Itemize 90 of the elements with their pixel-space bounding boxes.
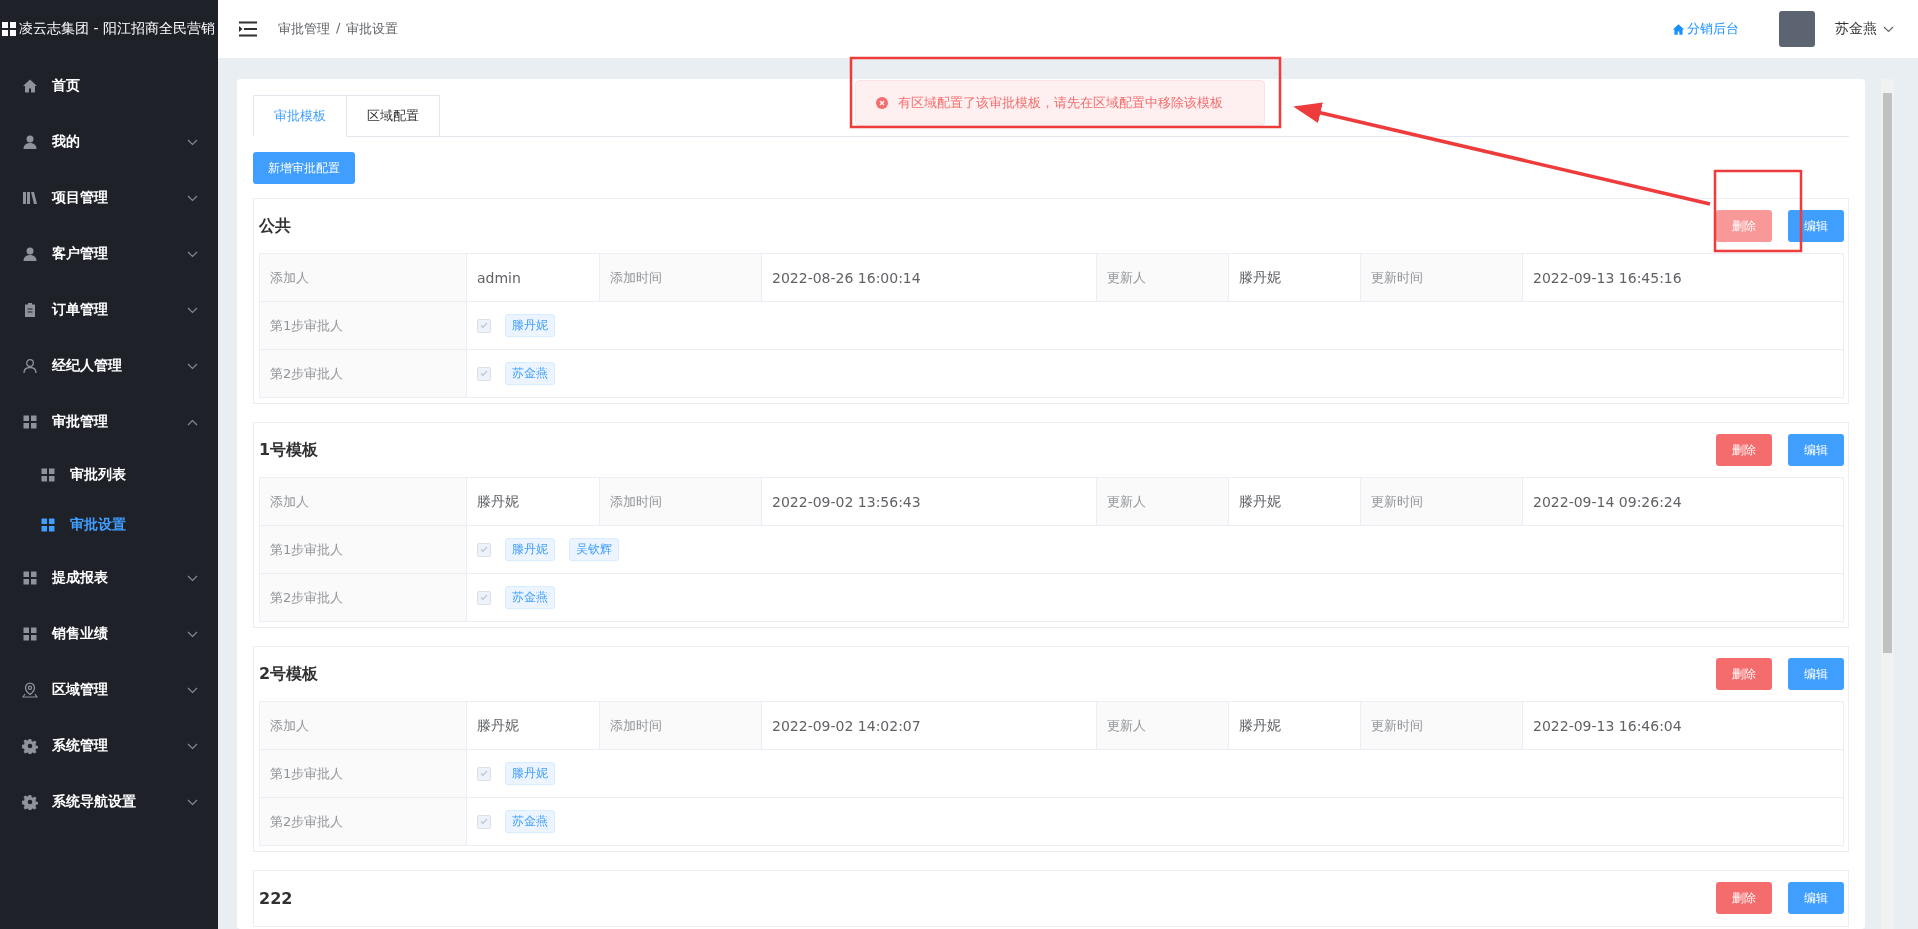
chevron-down-icon xyxy=(187,194,198,202)
label-cell: 更新人 xyxy=(1097,254,1229,302)
error-icon xyxy=(876,97,888,109)
grid-icon xyxy=(22,414,38,430)
user-icon xyxy=(22,246,38,262)
label-cell: 第1步审批人 xyxy=(260,526,467,574)
approver-tag: 苏金燕 xyxy=(505,810,555,833)
label-cell: 第2步审批人 xyxy=(260,798,467,846)
chevron-down-icon xyxy=(187,138,198,146)
brand-title: 凌云志集团 - 阳江招商全民营销 xyxy=(19,20,215,38)
checkmark-icon xyxy=(480,322,488,329)
template-title: 222 xyxy=(259,888,294,908)
sidebar-item[interactable]: 提成报表 xyxy=(0,550,218,606)
user-icon xyxy=(22,358,38,374)
value-cell: 2022-09-13 16:45:16 xyxy=(1523,254,1844,302)
chevron-down-icon xyxy=(187,250,198,258)
chevron-down-icon[interactable] xyxy=(1883,25,1894,33)
approver-tag: 滕丹妮 xyxy=(505,314,555,337)
label-cell: 更新人 xyxy=(1097,702,1229,750)
grid-icon xyxy=(22,626,38,642)
grid-icon xyxy=(40,517,56,533)
tab[interactable]: 区域配置 xyxy=(347,95,440,136)
user-icon xyxy=(22,134,38,150)
label-cell: 添加时间 xyxy=(600,702,762,750)
books-icon xyxy=(22,190,38,206)
scrollbar[interactable] xyxy=(1881,79,1894,929)
label-cell: 添加时间 xyxy=(600,478,762,526)
label-cell: 第1步审批人 xyxy=(260,302,467,350)
sidebar-item[interactable]: 系统导航设置 xyxy=(0,774,218,830)
value-cell: 2022-09-14 09:26:24 xyxy=(1523,478,1844,526)
sidebar-item[interactable]: 首页 xyxy=(0,58,218,114)
grid-icon xyxy=(40,467,56,483)
sidebar-item[interactable]: 订单管理 xyxy=(0,282,218,338)
sidebar-subitem[interactable]: 审批设置 xyxy=(0,500,218,550)
sidebar-item[interactable]: 我的 xyxy=(0,114,218,170)
chevron-down-icon xyxy=(187,574,198,582)
chevron-up-icon xyxy=(187,418,198,426)
sidebar-item[interactable]: 销售业绩 xyxy=(0,606,218,662)
template-title: 1号模板 xyxy=(259,439,320,461)
label-cell: 添加人 xyxy=(260,702,467,750)
sidebar-subitem[interactable]: 审批列表 xyxy=(0,450,218,500)
chevron-down-icon xyxy=(187,798,198,806)
label-cell: 更新时间 xyxy=(1361,254,1523,302)
chevron-down-icon xyxy=(187,306,198,314)
template-title: 公共 xyxy=(259,215,292,237)
checkmark-icon xyxy=(480,818,488,825)
value-cell: 2022-09-13 16:46:04 xyxy=(1523,702,1844,750)
checkmark-icon xyxy=(480,370,488,377)
label-cell: 更新时间 xyxy=(1361,702,1523,750)
chevron-down-icon xyxy=(187,630,198,638)
approver-tag: 苏金燕 xyxy=(505,362,555,385)
clipboard-icon xyxy=(22,302,38,318)
sidebar-item[interactable]: 项目管理 xyxy=(0,170,218,226)
breadcrumb-link[interactable]: 审批管理 xyxy=(278,20,330,38)
chevron-down-icon xyxy=(187,742,198,750)
checkmark-icon xyxy=(480,594,488,601)
label-cell: 添加时间 xyxy=(600,254,762,302)
sidebar-item[interactable]: 审批管理 xyxy=(0,394,218,450)
label-cell: 添加人 xyxy=(260,478,467,526)
approver-tag: 滕丹妮 xyxy=(505,538,555,561)
user-name[interactable]: 苏金燕 xyxy=(1835,20,1877,38)
label-cell: 更新时间 xyxy=(1361,478,1523,526)
label-cell: 第2步审批人 xyxy=(260,350,467,398)
breadcrumb-separator: / xyxy=(336,20,341,37)
home-icon[interactable] xyxy=(1672,22,1685,36)
menu-icon[interactable] xyxy=(238,21,258,37)
sidebar-item[interactable]: 区域管理 xyxy=(0,662,218,718)
approver-tag: 吴钦辉 xyxy=(569,538,619,561)
checkmark-icon xyxy=(480,770,488,777)
label-cell: 添加人 xyxy=(260,254,467,302)
grid-logo-icon xyxy=(2,22,16,36)
chevron-down-icon xyxy=(187,686,198,694)
toast-message: 有区域配置了该审批模板，请先在区域配置中移除该模板 xyxy=(898,94,1223,112)
chevron-down-icon xyxy=(187,362,198,370)
label-cell: 第1步审批人 xyxy=(260,750,467,798)
sidebar-item[interactable]: 经纪人管理 xyxy=(0,338,218,394)
map-pin-icon xyxy=(22,682,38,698)
breadcrumb-current: 审批设置 xyxy=(346,20,399,38)
checkmark-icon xyxy=(480,546,488,553)
sidebar-item[interactable]: 系统管理 xyxy=(0,718,218,774)
template-title: 2号模板 xyxy=(259,663,320,685)
approver-tag: 滕丹妮 xyxy=(505,762,555,785)
sidebar-item[interactable]: 客户管理 xyxy=(0,226,218,282)
gear-icon xyxy=(22,738,38,754)
approver-tag: 苏金燕 xyxy=(505,586,555,609)
home-icon xyxy=(22,78,38,94)
label-cell: 更新人 xyxy=(1097,478,1229,526)
gear-icon xyxy=(22,794,38,810)
label-cell: 第2步审批人 xyxy=(260,574,467,622)
grid-icon xyxy=(22,570,38,586)
